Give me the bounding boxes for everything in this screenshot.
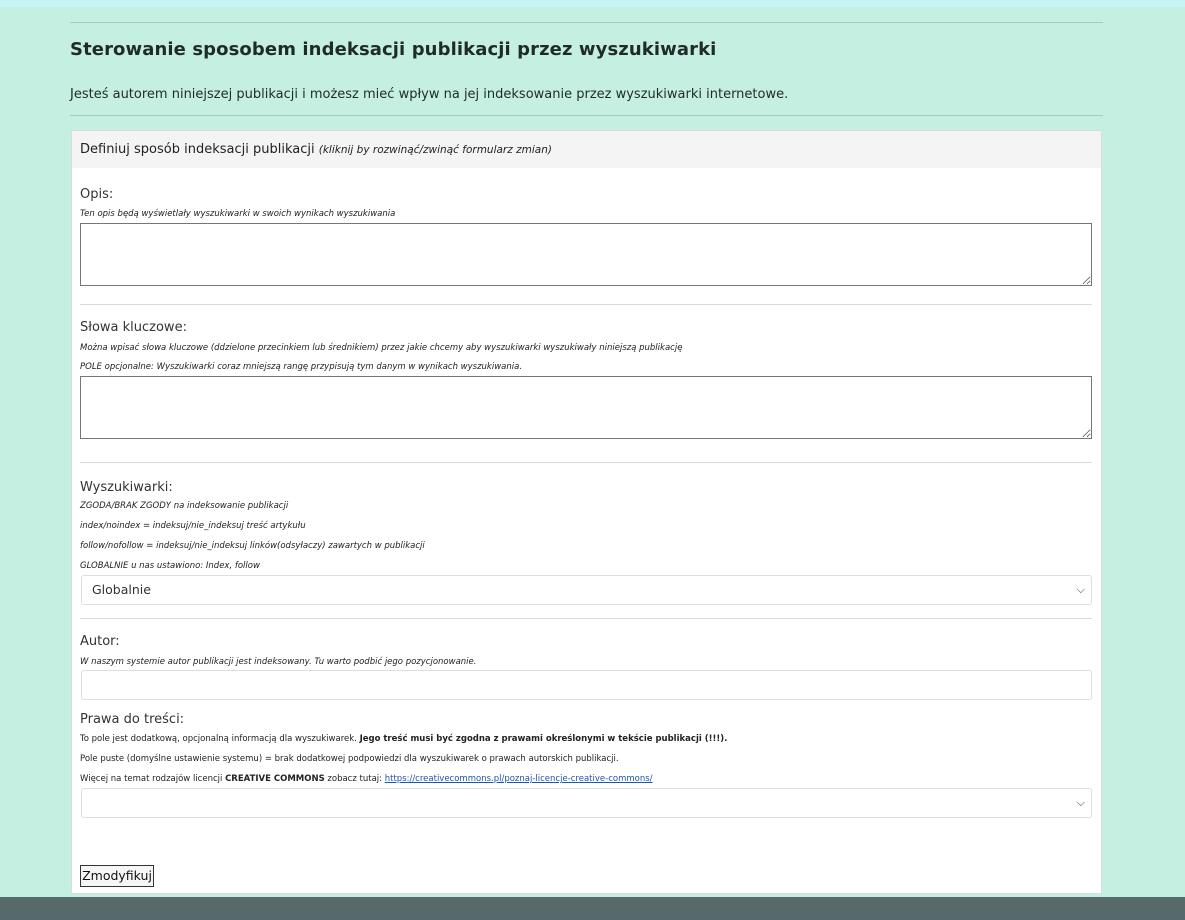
author-label: Autor: [80,634,120,649]
rights-select-wrap: ⌵ [80,788,1093,818]
keywords-help1-wrap: Można wpisać słowa kluczowe (ddzielone p… [80,343,1093,354]
rights-select[interactable]: ⌵ [81,788,1092,818]
rights-help3-wrap: Więcej na temat rodzajów licencji CREATI… [80,774,1093,785]
author-input-wrap [80,670,1093,700]
description-help-wrap: Ten opis będą wyświetlały wyszukiwarki w… [80,209,1093,220]
engines-select[interactable]: Globalnie ⌵ [81,575,1092,605]
engines-help-1: ZGODA/BRAK ZGODY na indeksowanie publika… [80,501,289,511]
rights-section: Prawa do treści: [80,712,1093,728]
section-divider [80,618,1092,619]
submit-button[interactable]: Zmodyfikuj [80,865,154,887]
engines-section: Wyszukiwarki: [80,480,1093,496]
rights-help-1-bold: Jego treść musi być zgodna z prawami okr… [359,734,728,744]
main-container: Sterowanie sposobem indeksacji publikacj… [70,0,1103,894]
rights-help2-wrap: Pole puste (domyślne ustawienie systemu)… [80,754,1093,765]
top-divider [70,22,1103,23]
description-help: Ten opis będą wyświetlały wyszukiwarki w… [80,209,396,219]
section-divider [80,304,1092,305]
engines-label: Wyszukiwarki: [80,480,173,495]
engines-select-value: Globalnie [92,582,151,597]
keywords-help-2: POLE opcjonalne: Wyszukiwarki coraz mnie… [80,362,523,372]
chevron-down-icon: ⌵ [1076,796,1085,809]
engines-help1-wrap: ZGODA/BRAK ZGODY na indeksowanie publika… [80,501,1093,512]
header-divider [70,115,1103,116]
submit-wrap: Zmodyfikuj [80,865,1093,887]
creative-commons-link[interactable]: https://creativecommons.pl/poznaj-licenc… [385,774,653,784]
keywords-label: Słowa kluczowe: [80,320,187,335]
keywords-field-wrap [80,376,1093,440]
panel-hint: (kliknij by rozwinąć/zwinąć formularz zm… [318,144,552,156]
panel-header[interactable]: Definiuj sposób indeksacji publikacji (k… [72,131,1101,168]
indexing-panel: Definiuj sposób indeksacji publikacji (k… [71,130,1102,894]
engines-help4-wrap: GLOBALNIE u nas ustawiono: Index, follow [80,561,1093,572]
keywords-section: Słowa kluczowe: [80,320,1093,336]
rights-help1-wrap: To pole jest dodatkową, opcjonalną infor… [80,734,1093,745]
engines-help-4: GLOBALNIE u nas ustawiono: Index, follow [80,561,260,571]
engines-select-wrap: Globalnie ⌵ [80,575,1093,605]
rights-help-1: To pole jest dodatkową, opcjonalną infor… [80,734,1093,745]
keywords-help-1: Można wpisać słowa kluczowe (ddzielone p… [80,343,683,353]
author-help: W naszym systemie autor publikacji jest … [80,657,477,667]
section-divider [80,462,1092,463]
engines-help-2: index/noindex = indeksuj/nie_indeksuj tr… [80,521,306,531]
description-textarea[interactable] [80,223,1092,286]
bottom-bar [0,897,1185,920]
description-label: Opis: [80,187,114,202]
author-help-wrap: W naszym systemie autor publikacji jest … [80,657,1093,668]
rights-help-3: Więcej na temat rodzajów licencji CREATI… [80,774,1093,785]
rights-help-1-plain: To pole jest dodatkową, opcjonalną infor… [80,734,360,744]
engines-help3-wrap: follow/nofollow = indeksuj/nie_indeksuj … [80,541,1093,552]
page-title: Sterowanie sposobem indeksacji publikacj… [70,39,717,60]
rights-help-3-mid: zobacz tutaj: [324,774,385,784]
chevron-down-icon: ⌵ [1076,583,1085,596]
rights-help-3-bold: CREATIVE COMMONS [225,774,325,784]
keywords-textarea[interactable] [80,376,1092,439]
rights-help-3-pre: Więcej na temat rodzajów licencji [80,774,226,784]
panel-heading: Definiuj sposób indeksacji publikacji [80,142,315,157]
description-field-wrap [80,223,1093,287]
author-section: Autor: [80,634,1093,650]
description-section: Opis: [80,187,1093,203]
engines-help-3: follow/nofollow = indeksuj/nie_indeksuj … [80,541,425,551]
keywords-help2-wrap: POLE opcjonalne: Wyszukiwarki coraz mnie… [80,362,1093,373]
author-input[interactable] [81,670,1092,700]
rights-label: Prawa do treści: [80,712,185,727]
intro-text: Jesteś autorem niniejszej publikacji i m… [70,87,789,102]
rights-help-2: Pole puste (domyślne ustawienie systemu)… [80,754,619,764]
engines-help2-wrap: index/noindex = indeksuj/nie_indeksuj tr… [80,521,1093,532]
